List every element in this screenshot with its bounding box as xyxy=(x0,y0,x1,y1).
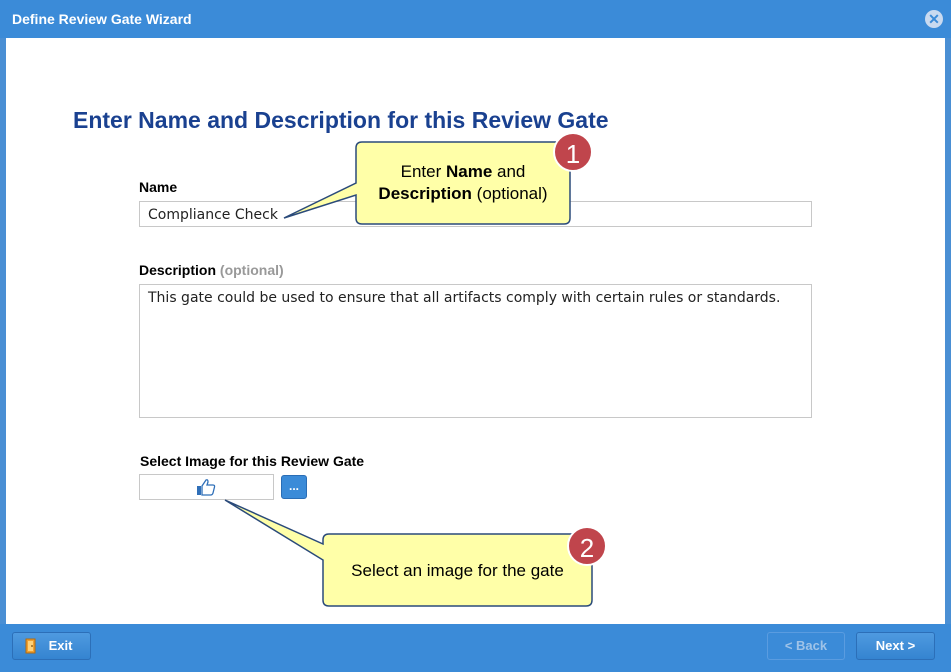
wizard-window: Define Review Gate Wizard ✕ Enter Name a… xyxy=(0,0,951,672)
wizard-content: Enter Name and Description for this Revi… xyxy=(6,38,945,624)
callout-1-line1-bold: Name xyxy=(445,162,493,181)
exit-label: Exit xyxy=(48,638,73,653)
exit-door-icon xyxy=(25,638,36,654)
callout-1-line1-prefix: Enter xyxy=(400,162,446,181)
wizard-footer: Exit < Back Next > xyxy=(0,624,951,672)
exit-button[interactable]: Exit xyxy=(12,632,91,660)
image-field[interactable] xyxy=(139,474,274,500)
optional-hint: (optional) xyxy=(219,262,284,278)
description-textarea[interactable]: This gate could be used to ensure that a… xyxy=(139,284,812,418)
callout-1-text: Enter Name and Description (optional) xyxy=(358,161,568,205)
title-bar: Define Review Gate Wizard ✕ xyxy=(0,0,951,38)
thumbs-up-icon xyxy=(197,479,216,496)
next-button[interactable]: Next > xyxy=(856,632,935,660)
name-label: Name xyxy=(139,179,178,195)
page-title: Enter Name and Description for this Revi… xyxy=(73,107,609,133)
description-label-text: Description xyxy=(139,262,217,278)
callout-2-text: Select an image for the gate xyxy=(351,561,564,580)
window-title: Define Review Gate Wizard xyxy=(12,11,192,27)
close-icon: ✕ xyxy=(928,11,940,27)
description-label: Description (optional) xyxy=(139,262,284,278)
callout-2-badge: 2 xyxy=(567,526,607,566)
callout-1-badge: 1 xyxy=(553,132,593,172)
callout-1-line2-suffix: (optional) xyxy=(471,184,548,203)
browse-image-button[interactable]: ... xyxy=(281,475,307,499)
back-button[interactable]: < Back xyxy=(767,632,845,660)
close-button[interactable]: ✕ xyxy=(925,10,943,28)
image-label: Select Image for this Review Gate xyxy=(140,453,365,469)
callout-1-line2-bold: Description xyxy=(378,184,472,203)
callout-1-line1-suffix: and xyxy=(492,162,526,181)
